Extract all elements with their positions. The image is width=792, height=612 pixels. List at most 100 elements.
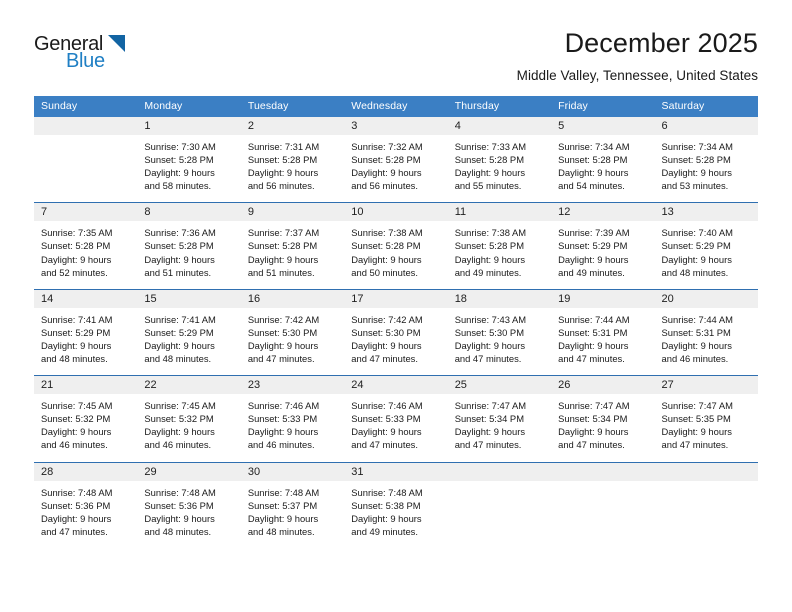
day-number: 9 <box>240 203 345 222</box>
daylight-duration-line2: and 47 minutes. <box>454 439 522 451</box>
calendar-day-cell[interactable]: 8 Sunrise: 7:36 AM Sunset: 5:28 PM Daylight… <box>137 202 241 290</box>
brand-logo[interactable]: General Blue <box>34 26 146 78</box>
calendar-day-cell[interactable]: 14 Sunrise: 7:41 AM Sunset: 5:29 PM Dayligh… <box>34 288 138 376</box>
daylight-duration-line1: Daylight: 9 hours <box>144 426 215 438</box>
calendar-day-cell[interactable]: 5 Sunrise: 7:34 AM Sunset: 5:28 PM Daylight… <box>551 117 655 203</box>
calendar-day-cell[interactable]: 4 Sunrise: 7:33 AM Sunset: 5:28 PM Daylight… <box>447 117 552 203</box>
calendar-page: General Blue December 2025 Middle Valley… <box>0 0 792 612</box>
sunset-time: Sunset: 5:30 PM <box>351 326 421 338</box>
day-number: 24 <box>344 376 448 395</box>
day-details: Sunrise: 7:48 AM Sunset: 5:36 PM Daylight:… <box>137 481 240 548</box>
weekday-header-thursday: Thursday <box>447 96 552 117</box>
daylight-duration-line1: Daylight: 9 hours <box>247 253 319 265</box>
sunrise-time: Sunrise: 7:48 AM <box>41 486 113 498</box>
calendar-day-cell[interactable]: 9 Sunrise: 7:37 AM Sunset: 5:28 PM Daylight… <box>240 202 345 290</box>
sunset-time: Sunset: 5:29 PM <box>661 240 731 252</box>
calendar-day-cell[interactable]: 27 Sunrise: 7:47 AM Sunset: 5:35 PM Dayligh… <box>654 375 758 462</box>
calendar-day-cell[interactable]: 11 Sunrise: 7:38 AM Sunset: 5:28 PM Dayligh… <box>447 202 552 290</box>
daylight-duration-line1: Daylight: 9 hours <box>454 339 526 351</box>
calendar-day-cell[interactable]: 1 Sunrise: 7:30 AM Sunset: 5:28 PM Daylight… <box>137 117 241 203</box>
calendar-day-cell[interactable]: 22 Sunrise: 7:45 AM Sunset: 5:32 PM Dayligh… <box>137 375 241 462</box>
sunrise-time: Sunrise: 7:42 AM <box>247 313 320 325</box>
calendar-day-cell[interactable]: 30 Sunrise: 7:48 AM Sunset: 5:37 PM Dayligh… <box>240 461 345 548</box>
sunrise-time: Sunrise: 7:38 AM <box>454 227 527 239</box>
daylight-duration-line2: and 54 minutes. <box>558 180 625 192</box>
sunrise-time: Sunrise: 7:45 AM <box>144 400 216 412</box>
day-details: Sunrise: 7:41 AM Sunset: 5:29 PM Daylight:… <box>137 308 240 375</box>
sunset-time: Sunset: 5:32 PM <box>41 413 111 425</box>
sunset-time: Sunset: 5:37 PM <box>247 499 318 511</box>
daylight-duration-line2: and 52 minutes. <box>41 266 108 278</box>
sunset-time: Sunset: 5:31 PM <box>558 326 628 338</box>
sunset-time: Sunset: 5:29 PM <box>558 240 628 252</box>
sunrise-time: Sunrise: 7:39 AM <box>558 227 630 239</box>
day-details: Sunrise: 7:35 AM Sunset: 5:28 PM Daylight:… <box>34 221 137 288</box>
daylight-duration-line2: and 47 minutes. <box>351 439 418 451</box>
sunset-time: Sunset: 5:28 PM <box>247 240 318 252</box>
calendar-day-cell[interactable]: 10 Sunrise: 7:38 AM Sunset: 5:28 PM Dayligh… <box>344 202 448 290</box>
day-number: 28 <box>34 462 138 481</box>
daylight-duration-line1: Daylight: 9 hours <box>661 253 732 265</box>
sunset-time: Sunset: 5:34 PM <box>454 413 524 425</box>
day-number: 15 <box>137 289 241 308</box>
calendar-day-cell-empty <box>447 461 552 548</box>
calendar-day-cell[interactable]: 19 Sunrise: 7:44 AM Sunset: 5:31 PM Dayligh… <box>551 288 655 376</box>
weekday-header-sunday: Sunday <box>34 96 138 117</box>
daylight-duration-line1: Daylight: 9 hours <box>661 167 732 179</box>
daylight-duration-line2: and 55 minutes. <box>454 180 522 192</box>
page-header: General Blue December 2025 Middle Valley… <box>0 0 792 96</box>
daylight-duration-line1: Daylight: 9 hours <box>454 426 526 438</box>
day-number: 14 <box>34 289 138 308</box>
calendar-day-cell[interactable]: 15 Sunrise: 7:41 AM Sunset: 5:29 PM Dayligh… <box>137 288 241 376</box>
sunset-time: Sunset: 5:29 PM <box>41 326 111 338</box>
calendar-day-cell[interactable]: 24 Sunrise: 7:46 AM Sunset: 5:33 PM Dayligh… <box>344 375 448 462</box>
calendar-day-cell[interactable]: 7 Sunrise: 7:35 AM Sunset: 5:28 PM Daylight… <box>34 202 138 290</box>
sunrise-time: Sunrise: 7:46 AM <box>247 400 320 412</box>
calendar-day-cell[interactable]: 3 Sunrise: 7:32 AM Sunset: 5:28 PM Daylight… <box>344 117 448 203</box>
sunset-time: Sunset: 5:30 PM <box>247 326 318 338</box>
day-details <box>448 481 551 548</box>
sunset-time: Sunset: 5:28 PM <box>247 154 318 166</box>
day-number: 30 <box>240 462 345 481</box>
calendar-day-cell[interactable]: 28 Sunrise: 7:48 AM Sunset: 5:36 PM Dayligh… <box>34 461 138 548</box>
daylight-duration-line1: Daylight: 9 hours <box>144 167 215 179</box>
day-number: 21 <box>34 376 138 395</box>
sunrise-time: Sunrise: 7:30 AM <box>144 141 216 152</box>
calendar-day-cell[interactable]: 21 Sunrise: 7:45 AM Sunset: 5:32 PM Dayligh… <box>34 375 138 462</box>
calendar-day-cell[interactable]: 20 Sunrise: 7:44 AM Sunset: 5:31 PM Dayligh… <box>654 288 758 376</box>
daylight-duration-line2: and 51 minutes. <box>247 266 315 278</box>
daylight-duration-line2: and 48 minutes. <box>247 525 315 537</box>
calendar-day-cell[interactable]: 2 Sunrise: 7:31 AM Sunset: 5:28 PM Daylight… <box>240 117 345 203</box>
calendar-day-cell[interactable]: 18 Sunrise: 7:43 AM Sunset: 5:30 PM Dayligh… <box>447 288 552 376</box>
calendar-day-cell[interactable]: 23 Sunrise: 7:46 AM Sunset: 5:33 PM Dayligh… <box>240 375 345 462</box>
daylight-duration-line1: Daylight: 9 hours <box>41 339 112 351</box>
calendar-day-cell[interactable]: 17 Sunrise: 7:42 AM Sunset: 5:30 PM Dayligh… <box>344 288 448 376</box>
day-details: Sunrise: 7:39 AM Sunset: 5:29 PM Daylight:… <box>551 221 654 288</box>
day-number: 6 <box>654 117 758 135</box>
daylight-duration-line1: Daylight: 9 hours <box>661 426 732 438</box>
sunrise-time: Sunrise: 7:38 AM <box>351 227 423 239</box>
calendar-day-cell[interactable]: 26 Sunrise: 7:47 AM Sunset: 5:34 PM Dayligh… <box>551 375 655 462</box>
day-details: Sunrise: 7:44 AM Sunset: 5:31 PM Daylight:… <box>655 308 758 375</box>
day-details: Sunrise: 7:47 AM Sunset: 5:35 PM Daylight:… <box>655 394 758 461</box>
sunset-time: Sunset: 5:28 PM <box>558 154 628 166</box>
sunset-time: Sunset: 5:29 PM <box>144 326 214 338</box>
calendar-day-cell[interactable]: 12 Sunrise: 7:39 AM Sunset: 5:29 PM Dayligh… <box>551 202 655 290</box>
calendar-day-cell[interactable]: 16 Sunrise: 7:42 AM Sunset: 5:30 PM Dayligh… <box>240 288 345 376</box>
weekday-header-friday: Friday <box>551 96 655 117</box>
calendar-week-row: 7 Sunrise: 7:35 AM Sunset: 5:28 PM Daylight… <box>34 202 758 290</box>
sunset-time: Sunset: 5:35 PM <box>661 413 731 425</box>
sunrise-sunset-calendar: Sunday Monday Tuesday Wednesday Thursday… <box>34 96 758 548</box>
calendar-day-cell[interactable]: 29 Sunrise: 7:48 AM Sunset: 5:36 PM Dayligh… <box>137 461 241 548</box>
sunset-time: Sunset: 5:32 PM <box>144 413 214 425</box>
day-number <box>654 462 758 481</box>
calendar-day-cell[interactable]: 13 Sunrise: 7:40 AM Sunset: 5:29 PM Dayligh… <box>654 202 758 290</box>
day-number: 29 <box>137 462 241 481</box>
day-details: Sunrise: 7:41 AM Sunset: 5:29 PM Daylight:… <box>34 308 137 375</box>
daylight-duration-line2: and 51 minutes. <box>144 266 212 278</box>
day-details: Sunrise: 7:47 AM Sunset: 5:34 PM Daylight:… <box>448 394 551 461</box>
daylight-duration-line2: and 47 minutes. <box>558 353 625 365</box>
calendar-day-cell[interactable]: 25 Sunrise: 7:47 AM Sunset: 5:34 PM Dayligh… <box>447 375 552 462</box>
calendar-day-cell[interactable]: 31 Sunrise: 7:48 AM Sunset: 5:38 PM Dayligh… <box>344 461 448 548</box>
calendar-day-cell[interactable]: 6 Sunrise: 7:34 AM Sunset: 5:28 PM Daylight… <box>654 117 758 203</box>
